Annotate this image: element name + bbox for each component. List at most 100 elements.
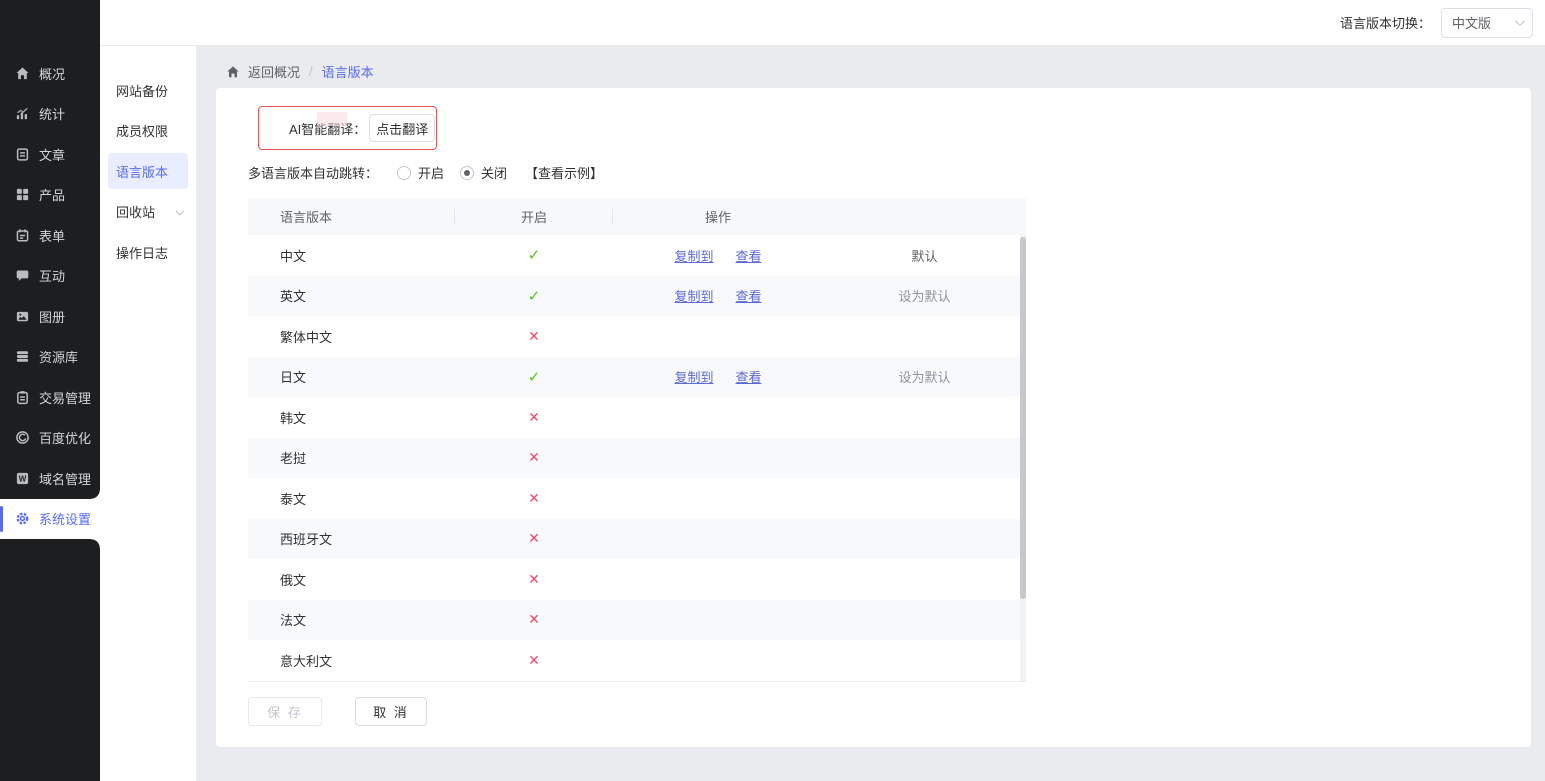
sidebar-item-gallery[interactable]: 图册 [0, 296, 100, 337]
sidebar-item-resources[interactable]: 资源库 [0, 337, 100, 378]
sidebar-item-label: 交易管理 [39, 388, 91, 407]
submenu-item-label: 成员权限 [116, 121, 168, 140]
language-select-value: 中文版 [1452, 13, 1491, 32]
ai-translate-button[interactable]: 点击翻译 [369, 114, 435, 142]
table-scrollbar-thumb[interactable] [1020, 237, 1026, 599]
header-enabled: 开启 [455, 198, 613, 235]
breadcrumb-back[interactable]: 返回概况 [248, 62, 300, 81]
primary-nav: 概况统计文章产品表单互动图册资源库交易管理百度优化 W 域名管理系统设置 [0, 53, 100, 539]
save-button[interactable]: 保 存 [248, 697, 322, 726]
grid-icon [15, 187, 30, 202]
radio-off-circle-icon [460, 166, 474, 180]
topbar: 语言版本切换： 中文版 [100, 0, 1545, 46]
sidebar-item-label: 统计 [39, 104, 65, 123]
chevron-down-icon [175, 207, 183, 215]
header-actions: 操作 [613, 198, 823, 235]
submenu-item-site-backup[interactable]: 网站备份 [108, 70, 188, 111]
table-header: 语言版本 开启 操作 [248, 198, 1026, 235]
chart-icon [15, 106, 30, 121]
sidebar-item-products[interactable]: 产品 [0, 175, 100, 216]
table-row: 法文 ✕ [248, 600, 1026, 641]
language-table: 语言版本 开启 操作 中文✓复制到查看默认英文✓复制到查看设为默认繁体中文✕日文… [248, 198, 1026, 682]
disabled-cross-icon: ✕ [528, 409, 540, 425]
set-default-link[interactable]: 设为默认 [898, 370, 950, 385]
language-name: 俄文 [248, 570, 455, 589]
view-link[interactable]: 查看 [736, 286, 762, 305]
table-row: 西班牙文✕ [248, 519, 1026, 560]
breadcrumb: 返回概况 / 语言版本 [196, 46, 1545, 81]
table-row: 繁体中文 ✕ [248, 316, 1026, 357]
cancel-button[interactable]: 取 消 [355, 697, 427, 726]
auto-jump-label: 多语言版本自动跳转： [248, 163, 378, 182]
sidebar-item-forms[interactable]: 表单 [0, 215, 100, 256]
disabled-cross-icon: ✕ [528, 611, 540, 627]
language-table-body: 中文✓复制到查看默认英文✓复制到查看设为默认繁体中文✕日文✓复制到查看设为默认韩… [248, 235, 1026, 681]
enabled-check-icon: ✓ [528, 288, 541, 305]
svg-text:W: W [19, 474, 27, 483]
view-link[interactable]: 查看 [736, 246, 762, 265]
breadcrumb-separator: / [309, 64, 313, 79]
language-switch-label: 语言版本切换： [1340, 13, 1431, 32]
language-name: 英文 [248, 286, 455, 305]
home-icon [15, 66, 30, 81]
table-row: 英文 ✓ 复制到 查看 设为默认 [248, 276, 1026, 317]
sidebar-item-baidu-seo[interactable]: 百度优化 [0, 418, 100, 459]
table-row: 日文 ✓ 复制到 查看 设为默认 [248, 357, 1026, 398]
language-name: 韩文 [248, 408, 455, 427]
language-select[interactable]: 中文版 [1441, 8, 1533, 38]
enabled-check-icon: ✓ [528, 369, 541, 386]
sidebar-item-transactions[interactable]: 交易管理 [0, 377, 100, 418]
submenu-item-member-rights[interactable]: 成员权限 [108, 111, 188, 152]
settings-submenu: 网站备份成员权限语言版本回收站操作日志 [100, 46, 196, 781]
radio-off[interactable]: 关闭 [460, 163, 507, 182]
submenu-item-language-version[interactable]: 语言版本 [108, 153, 188, 189]
submenu-item-label: 语言版本 [116, 162, 168, 181]
language-name: 老挝 [248, 448, 455, 467]
radio-off-label: 关闭 [481, 163, 507, 182]
primary-sidebar: 概况统计文章产品表单互动图册资源库交易管理百度优化 W 域名管理系统设置 [0, 0, 100, 781]
default-label: 默认 [911, 249, 937, 264]
table-row: 韩文 ✕ [248, 397, 1026, 438]
auto-jump-setting: 多语言版本自动跳转： 开启 关闭 【查看示例】 [248, 163, 1531, 182]
disabled-cross-icon: ✕ [528, 328, 540, 344]
language-name: 日文 [248, 367, 455, 386]
language-name: 中文 [248, 246, 455, 265]
chevron-down-icon [1515, 16, 1525, 26]
set-default-link[interactable]: 设为默认 [898, 289, 950, 304]
language-name: 法文 [248, 610, 455, 629]
image-icon [15, 309, 30, 324]
radio-on[interactable]: 开启 [397, 163, 444, 182]
submenu-item-label: 操作日志 [116, 243, 168, 262]
copy-to-link[interactable]: 复制到 [674, 367, 713, 386]
sidebar-item-stats[interactable]: 统计 [0, 94, 100, 135]
sidebar-item-overview[interactable]: 概况 [0, 53, 100, 94]
sidebar-item-domains[interactable]: W 域名管理 [0, 458, 100, 499]
radio-on-circle-icon [397, 166, 411, 180]
view-example-link[interactable]: 【查看示例】 [525, 163, 603, 182]
sidebar-item-articles[interactable]: 文章 [0, 134, 100, 175]
header-empty [823, 198, 1026, 235]
form-icon [15, 228, 30, 243]
ai-translate-highlight-box: AI智能翻译： 点击翻译 [258, 106, 437, 150]
copy-to-link[interactable]: 复制到 [674, 246, 713, 265]
copy-to-link[interactable]: 复制到 [674, 286, 713, 305]
enabled-check-icon: ✓ [528, 247, 541, 264]
sidebar-item-label: 域名管理 [39, 469, 91, 488]
language-name: 繁体中文 [248, 327, 455, 346]
submenu-item-label: 网站备份 [116, 81, 168, 100]
sidebar-item-label: 表单 [39, 226, 65, 245]
sidebar-item-interaction[interactable]: 互动 [0, 256, 100, 297]
submenu-item-operation-log[interactable]: 操作日志 [108, 232, 188, 273]
sidebar-item-settings[interactable]: 系统设置 [0, 499, 100, 540]
submenu-item-recycle-bin[interactable]: 回收站 [108, 192, 188, 233]
article-icon [15, 147, 30, 162]
sidebar-item-label: 图册 [39, 307, 65, 326]
table-row: 俄文✕ [248, 559, 1026, 600]
sidebar-item-label: 资源库 [39, 347, 78, 366]
table-scrollbar-track[interactable] [1020, 235, 1026, 681]
compass-icon [15, 430, 30, 445]
view-link[interactable]: 查看 [736, 367, 762, 386]
submenu-nav: 网站备份成员权限语言版本回收站操作日志 [100, 70, 196, 273]
home-icon [226, 65, 240, 79]
header-language: 语言版本 [248, 198, 455, 235]
